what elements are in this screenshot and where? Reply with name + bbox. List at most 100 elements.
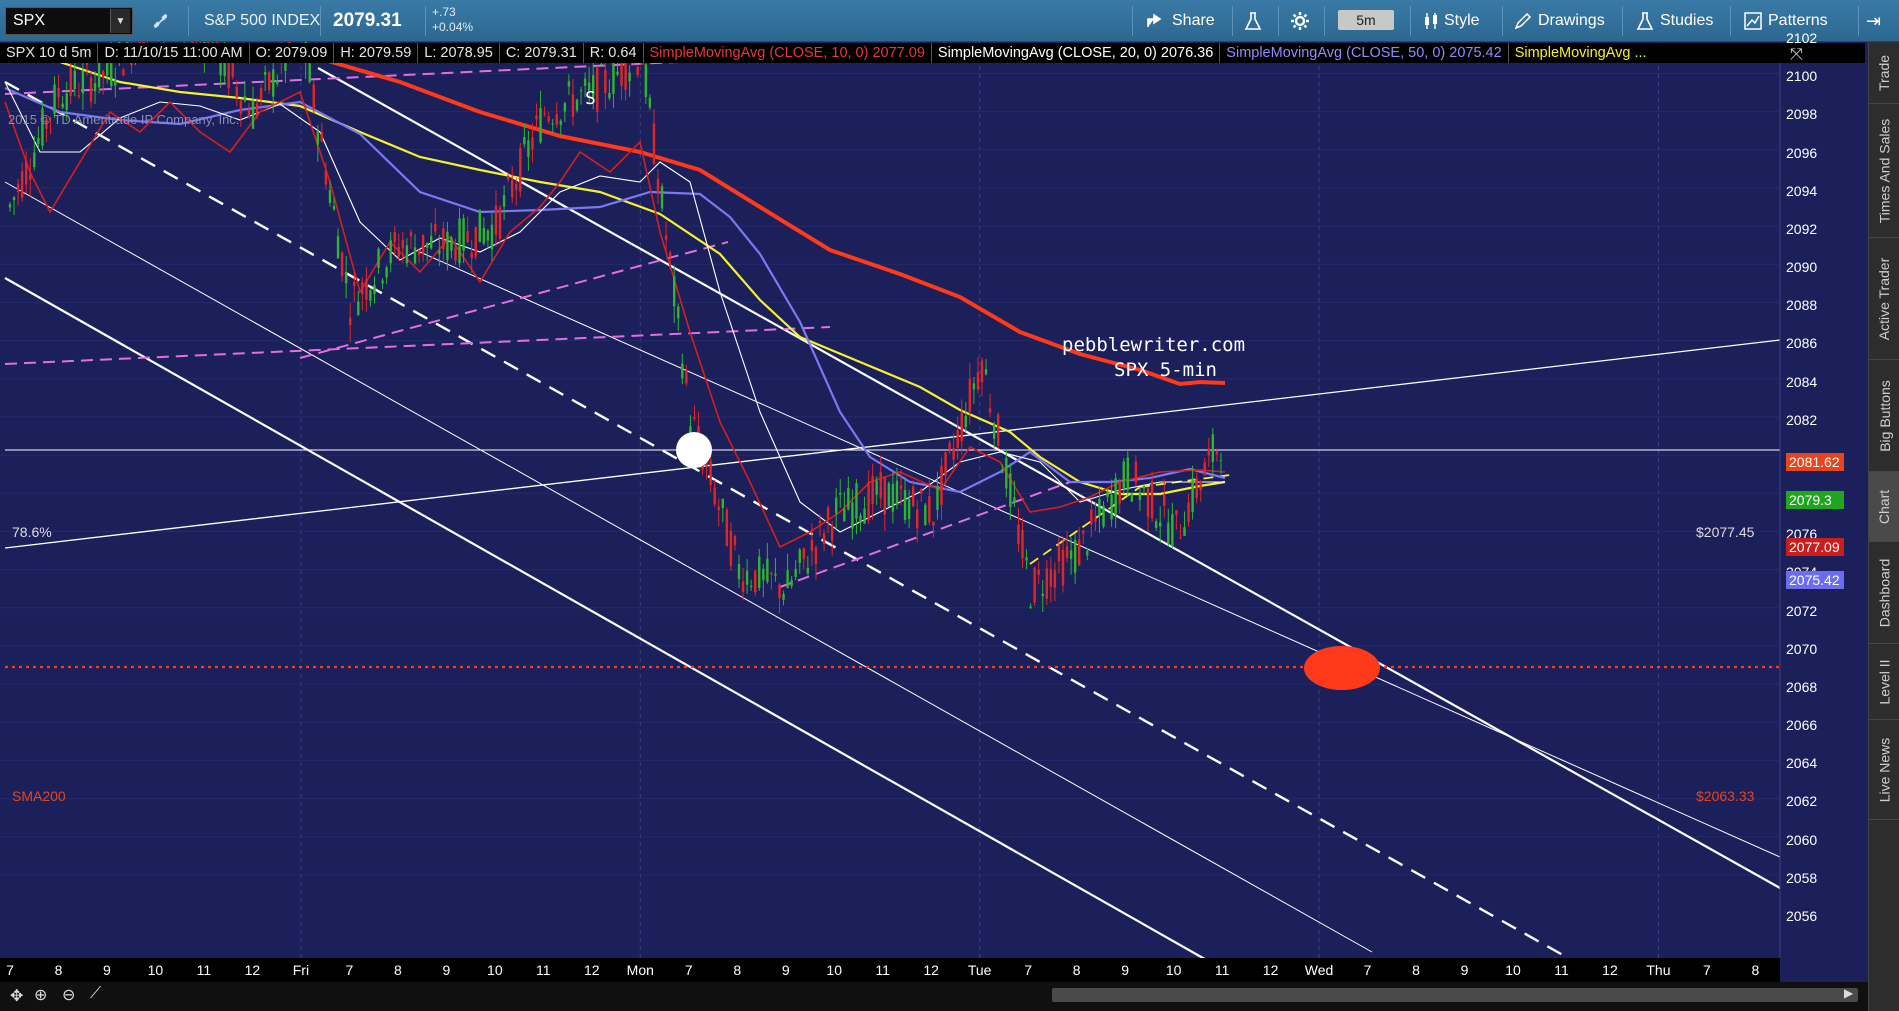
tab-live-news[interactable]: Live News [1869, 720, 1899, 820]
candle-body [425, 242, 429, 248]
tab-big-buttons[interactable]: Big Buttons [1869, 360, 1899, 472]
studies-label: Studies [1660, 12, 1714, 29]
candle-body [830, 525, 834, 541]
sma20-legend[interactable]: SimpleMovingAvg (CLOSE, 20, 0) 2076.36 [932, 43, 1221, 63]
price-tick-label: 2082 [1786, 411, 1818, 428]
zoom-out-icon[interactable]: ⊖ [62, 985, 75, 1005]
pan-icon[interactable]: ✥ [10, 986, 23, 1006]
time-tick-label: 9 [1460, 962, 1469, 978]
sma10-legend[interactable]: SimpleMovingAvg (CLOSE, 10, 0) 2077.09 [644, 43, 932, 63]
candle-body [8, 204, 12, 208]
studies-button[interactable]: Studies [1636, 0, 1713, 42]
candle-body [494, 205, 498, 236]
sma200-level-label: SMA200 [12, 788, 66, 804]
candle-body [656, 178, 660, 193]
style-button[interactable]: Style [1424, 0, 1480, 42]
flask-button[interactable] [1244, 0, 1262, 42]
time-axis[interactable]: 7 8 9 10 11 12 Fri 7 8 9 10 11 12 Mon 7 8 9 10 11 12 Tue 7 8 9 1… [0, 958, 1780, 982]
candle-body [57, 87, 60, 98]
header-range: R: 0.64 [584, 43, 644, 63]
candle-body [393, 232, 396, 243]
candle-body [1171, 514, 1174, 547]
timeframe-selector[interactable]: 5m [1338, 10, 1394, 30]
candle-body [859, 515, 862, 523]
price-tick-label: 2086 [1786, 335, 1818, 352]
candle-body [1159, 522, 1162, 527]
candle-body [1163, 494, 1166, 506]
scroll-right-icon[interactable]: ▶ [1844, 986, 1853, 1000]
candle-body [53, 84, 56, 115]
candle-body [430, 235, 433, 249]
tab-trade[interactable]: Trade [1869, 42, 1899, 104]
candle-body [268, 72, 271, 91]
candle-body [1191, 477, 1194, 512]
drawings-button[interactable]: Drawings [1514, 0, 1605, 42]
candle-body [1045, 568, 1048, 599]
time-tick-label: 9 [103, 962, 111, 978]
candle-body [377, 248, 380, 268]
candle-body [1207, 448, 1210, 456]
fib-level-price: $2077.45 [1696, 524, 1755, 540]
draw-line-icon[interactable]: ⟋ [90, 985, 101, 1003]
symbol-dropdown-icon[interactable]: ▼ [110, 9, 130, 33]
candle-body [652, 123, 656, 165]
candle-body [1211, 434, 1215, 462]
tab-times-and-sales[interactable]: Times And Sales [1869, 104, 1899, 238]
candle-body [61, 103, 64, 108]
share-label: Share [1172, 12, 1215, 29]
candle-body [523, 137, 526, 145]
sma100-legend[interactable]: SimpleMovingAvg ... [1509, 43, 1653, 63]
tab-dashboard[interactable]: Dashboard [1869, 542, 1899, 644]
candle-body [1033, 568, 1036, 603]
tab-level-ii[interactable]: Level II [1869, 644, 1899, 720]
candle-body [664, 235, 668, 240]
change-value: +.73 [432, 5, 456, 19]
candle-body [851, 502, 854, 529]
candle-body [1017, 524, 1020, 545]
candle-body [1118, 482, 1121, 504]
share-button[interactable]: Share [1146, 0, 1215, 42]
zoom-in-icon[interactable]: ⊕ [34, 985, 47, 1005]
last-price: 2079.31 [333, 10, 402, 31]
candle-body [620, 59, 623, 86]
price-chart[interactable] [0, 42, 1868, 982]
candle-body [737, 564, 741, 580]
chart-area[interactable]: SPX 10 d 5m D: 11/10/15 11:00 AM O: 2079… [0, 30, 1868, 1011]
settings-button[interactable] [1290, 0, 1310, 42]
candle-body [502, 195, 506, 207]
chart-scrollbar[interactable] [1052, 988, 1858, 1002]
candle-body [883, 477, 886, 515]
candle-body [822, 533, 826, 544]
candle-body [312, 84, 315, 110]
tab-chart[interactable]: Chart [1869, 472, 1899, 542]
candle-body [535, 115, 538, 120]
candle-body [567, 81, 571, 87]
link-icon[interactable] [152, 0, 170, 42]
candle-body [1025, 557, 1028, 561]
time-tick-label: 8 [1412, 962, 1420, 978]
tab-active-trader[interactable]: Active Trader [1869, 238, 1899, 360]
candle-body [369, 290, 372, 301]
candle-body [1167, 522, 1170, 544]
candle-body [1094, 517, 1097, 522]
candle-body [668, 252, 672, 258]
price-tick-label: 2084 [1786, 373, 1818, 390]
candle-body [25, 160, 28, 185]
expand-axes-icon[interactable]: ⤧ [1790, 46, 1803, 64]
candle-body [778, 584, 781, 599]
candle-body [478, 209, 481, 242]
copyright-text: 2015 © TD Ameritrade IP Company, Inc. [8, 112, 240, 127]
collapse-icon[interactable]: ⇥ [1866, 0, 1881, 42]
candle-body [839, 492, 842, 495]
candle-body [421, 234, 425, 254]
header-date: D: 11/10/15 11:00 AM [98, 43, 250, 63]
candle-body [1086, 550, 1089, 556]
candle-body [1114, 478, 1117, 516]
candle-body [1029, 606, 1032, 609]
header-symbol: SPX 10 d 5m [0, 43, 99, 63]
candle-body [69, 66, 72, 96]
sma50-legend[interactable]: SimpleMovingAvg (CLOSE, 50, 0) 2075.42 [1220, 43, 1509, 63]
candle-body [729, 530, 733, 566]
time-tick-label: 8 [54, 962, 63, 978]
candle-body [1187, 502, 1190, 523]
